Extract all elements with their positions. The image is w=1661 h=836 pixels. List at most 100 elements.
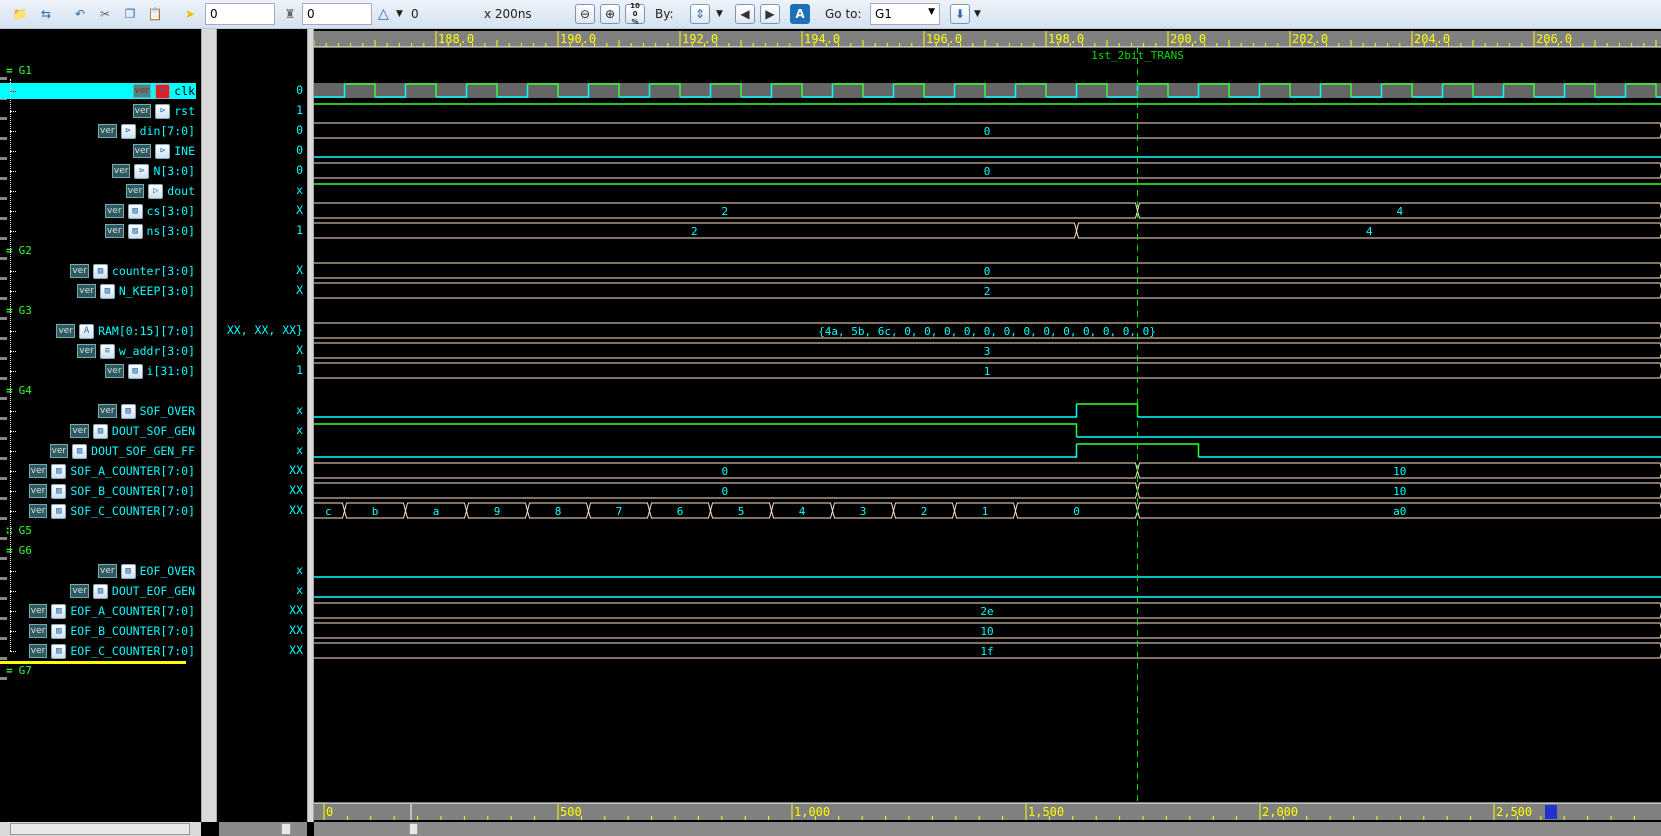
group-g1[interactable]: = G1 xyxy=(6,64,32,78)
name-hscroll-thumb[interactable] xyxy=(10,823,190,835)
cursor-icon[interactable]: ➤ xyxy=(180,4,200,24)
auto-search-icon[interactable]: A xyxy=(790,4,810,24)
waveform-eof_c_counter[interactable]: 1f xyxy=(314,642,1661,659)
search-by-dropdown[interactable]: ▼ xyxy=(716,4,723,24)
wave-panel-hscroll[interactable] xyxy=(314,822,1661,836)
waveform-cs[interactable]: 24 xyxy=(314,202,1661,219)
waveform-ram[interactable]: {4a, 5b, 6c, 0, 0, 0, 0, 0, 0, 0, 0, 0, … xyxy=(314,322,1661,339)
restore-icon[interactable]: ⇆ xyxy=(36,4,56,24)
overview-ruler[interactable] xyxy=(314,803,1661,820)
signal-row[interactable]: ver ▨ cs[3:0] xyxy=(104,203,195,219)
ver-badge[interactable]: ver xyxy=(104,204,124,218)
ver-badge[interactable]: ver xyxy=(77,284,96,298)
ver-badge[interactable]: ver xyxy=(70,584,89,598)
waveform-w_addr[interactable]: 3 xyxy=(314,342,1661,359)
waveform-din[interactable]: 0 xyxy=(314,122,1661,139)
waveform-n[interactable]: 0 xyxy=(314,162,1661,179)
waveform-dout_sof_gen_ff[interactable] xyxy=(314,443,1661,458)
waveform-canvas[interactable]: 188.0 190.0 192.0 194.0 196.0 198.0 200.0 202.0… xyxy=(313,29,1661,820)
name-panel-hscroll[interactable] xyxy=(0,822,201,836)
cursor-time-input[interactable] xyxy=(205,3,275,25)
ver-badge[interactable]: ver xyxy=(77,344,96,358)
zoom-out-icon[interactable]: ⊖ xyxy=(575,4,595,24)
time-ruler[interactable] xyxy=(314,31,1661,47)
waveform-dout_sof_gen[interactable] xyxy=(314,423,1661,438)
ver-badge[interactable]: ver xyxy=(111,164,131,178)
ver-badge[interactable]: ver xyxy=(98,124,117,138)
signal-row[interactable]: ver ▨ DOUT_SOF_GEN xyxy=(70,423,195,439)
signal-row[interactable]: ver ▨ EOF_C_COUNTER[7:0] xyxy=(28,643,195,659)
hscroll-thumb[interactable] xyxy=(409,823,418,835)
signal-row[interactable]: ver ▨ ns[3:0] xyxy=(104,223,195,239)
ver-badge[interactable]: ver xyxy=(28,464,48,478)
signal-row[interactable]: ver ▷ dout xyxy=(125,183,195,199)
signal-row[interactable]: ver ▨ SOF_A_COUNTER[7:0] xyxy=(28,463,195,479)
signal-row[interactable]: ver ▨ i[31:0] xyxy=(104,363,195,379)
value-hscroll-thumb[interactable] xyxy=(281,823,291,835)
ver-badge[interactable]: ver xyxy=(28,644,48,658)
cut-icon[interactable]: ✂ xyxy=(95,4,115,24)
copy-icon[interactable]: ❐ xyxy=(120,4,140,24)
ver-badge[interactable]: ver xyxy=(70,264,89,278)
ver-badge[interactable]: ver xyxy=(132,144,152,158)
ver-badge[interactable]: ver xyxy=(104,224,124,238)
signal-row[interactable]: ver ⊳ N[3:0] xyxy=(111,163,195,179)
waveform-sof_a_counter[interactable]: 0 10 xyxy=(314,462,1661,479)
marker-icon[interactable]: ♜ xyxy=(280,4,300,24)
next-icon[interactable]: ▶ xyxy=(760,4,780,24)
ver-badge[interactable]: ver xyxy=(104,364,124,378)
group-g7[interactable]: = G7 xyxy=(6,664,32,678)
ver-badge[interactable]: ver xyxy=(98,404,117,418)
ver-badge[interactable]: ver xyxy=(132,104,152,118)
zoom-fit-icon[interactable]: 100 % xyxy=(625,2,645,26)
delta-dropdown[interactable]: ▼ xyxy=(396,4,403,24)
bookmark-icon[interactable]: ⬇ xyxy=(950,4,970,24)
signal-row[interactable]: ver ▨ counter[3:0] xyxy=(70,263,195,279)
signal-row[interactable]: ver ▨ EOF_A_COUNTER[7:0] xyxy=(28,603,195,619)
waveform-clk[interactable] xyxy=(314,83,1661,98)
bookmark-dropdown[interactable]: ▼ xyxy=(974,4,981,24)
waveform-sof_b_counter[interactable]: 0 10 xyxy=(314,482,1661,499)
goto-select[interactable]: G1 ▼ xyxy=(870,3,940,25)
signal-row[interactable]: ver ▨ N_KEEP[3:0] xyxy=(77,283,195,299)
waveform-sof_c_counter[interactable]: c b a 9 8 7 6 5 4 3 2 1 0 a0 xyxy=(314,502,1661,519)
waveform-panel[interactable]: 188.0 190.0 192.0 194.0 196.0 198.0 200.0 202.0… xyxy=(313,29,1661,820)
signal-row[interactable]: ver ▨ EOF_B_COUNTER[7:0] xyxy=(28,623,195,639)
search-by-icon[interactable]: ⇕ xyxy=(690,4,710,24)
waveform-sof_over[interactable] xyxy=(314,403,1661,418)
group-expanded-icon[interactable]: = xyxy=(6,64,13,77)
signal-row[interactable]: ver ⊳ INE xyxy=(132,143,195,159)
marker-time-input[interactable] xyxy=(302,3,372,25)
ver-badge[interactable]: ver xyxy=(56,324,76,338)
ver-badge[interactable]: ver xyxy=(28,484,48,498)
ver-badge[interactable]: ver xyxy=(28,604,48,618)
value-panel-hscroll[interactable] xyxy=(219,822,307,836)
signal-row[interactable]: ver A RAM[0:15][7:0] xyxy=(56,323,195,339)
open-folder-icon[interactable]: 📁 xyxy=(10,4,30,24)
signal-row[interactable]: ver ⊳ clk xyxy=(132,83,195,99)
ver-badge[interactable]: ver xyxy=(125,184,145,198)
overview-end-handle[interactable] xyxy=(1545,805,1557,819)
waveform-counter[interactable]: 0 xyxy=(314,262,1661,279)
signal-row[interactable]: ver ▨ DOUT_SOF_GEN_FF xyxy=(49,443,195,459)
waveform-eof_a_counter[interactable]: 2e xyxy=(314,602,1661,619)
paste-icon[interactable]: 📋 xyxy=(145,4,165,24)
ver-badge[interactable]: ver xyxy=(70,424,89,438)
signal-row[interactable]: ver ▨ SOF_C_COUNTER[7:0] xyxy=(28,503,195,519)
panel-splitter[interactable] xyxy=(307,29,314,822)
signal-row[interactable]: ver ≡ w_addr[3:0] xyxy=(77,343,195,359)
waveform-n_keep[interactable]: 2 xyxy=(314,282,1661,299)
group-expanded-icon[interactable]: = xyxy=(6,664,13,677)
signal-row[interactable]: ver ▨ DOUT_EOF_GEN xyxy=(70,583,195,599)
signal-row[interactable]: ver ▨ EOF_OVER xyxy=(98,563,195,579)
waveform-ns[interactable]: 24 xyxy=(314,222,1661,239)
ver-badge[interactable]: ver xyxy=(28,504,48,518)
ver-badge[interactable]: ver xyxy=(28,624,48,638)
waveform-eof_b_counter[interactable]: 10 xyxy=(314,622,1661,639)
marker-label[interactable]: 1st_2bit_TRANS xyxy=(1091,49,1184,62)
prev-icon[interactable]: ◀ xyxy=(735,4,755,24)
zoom-in-icon[interactable]: ⊕ xyxy=(600,4,620,24)
signal-row[interactable]: ver ▨ SOF_OVER xyxy=(98,403,195,419)
undo-icon[interactable]: ↶ xyxy=(70,4,90,24)
signal-row[interactable]: ver ▨ SOF_B_COUNTER[7:0] xyxy=(28,483,195,499)
